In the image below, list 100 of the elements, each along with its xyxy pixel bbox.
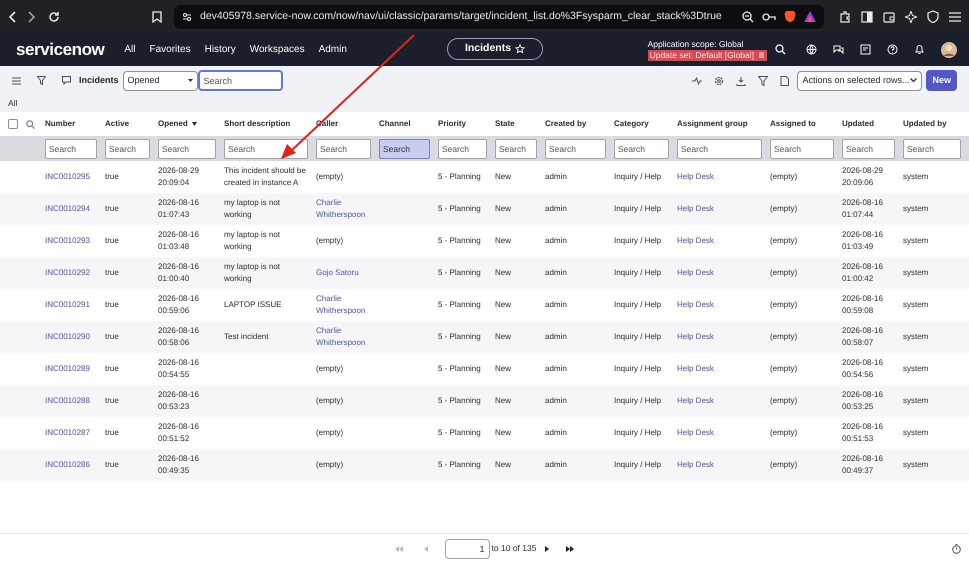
column-header[interactable]: Updated by bbox=[903, 118, 947, 130]
logo[interactable]: servicenow bbox=[16, 36, 104, 62]
triangle-icon[interactable] bbox=[804, 11, 816, 22]
site-settings-icon[interactable] bbox=[182, 12, 192, 22]
back-icon[interactable] bbox=[8, 10, 16, 22]
activity-icon[interactable] bbox=[692, 76, 702, 86]
chat-icon[interactable] bbox=[62, 76, 71, 85]
nav-menu-item[interactable]: Workspaces bbox=[250, 42, 305, 57]
column-header[interactable]: Number bbox=[45, 118, 76, 130]
column-search-field[interactable]: Search bbox=[677, 138, 762, 158]
column-header[interactable]: Assigned to bbox=[770, 118, 816, 130]
search-icon[interactable] bbox=[775, 44, 786, 55]
update-set-badge[interactable]: Update set: Default [Global] bbox=[648, 50, 767, 60]
reload-icon[interactable] bbox=[48, 10, 60, 22]
context-pill[interactable]: Incidents bbox=[447, 38, 543, 60]
window-icon[interactable] bbox=[860, 44, 871, 55]
table-link[interactable]: Help Desk bbox=[677, 299, 763, 311]
column-header[interactable]: Updated bbox=[842, 118, 874, 130]
timer-icon[interactable] bbox=[952, 544, 961, 554]
column-search-field[interactable]: Search bbox=[105, 138, 150, 158]
extensions-icon[interactable] bbox=[839, 10, 851, 22]
table-link[interactable]: Help Desk bbox=[677, 363, 763, 375]
table-link[interactable]: Charlie Whitherspoon bbox=[316, 325, 372, 349]
forward-icon[interactable] bbox=[28, 10, 36, 22]
table-link[interactable]: INC0010287 bbox=[45, 427, 98, 439]
wallet-icon[interactable] bbox=[883, 10, 895, 22]
table-link[interactable]: Charlie Whitherspoon bbox=[316, 197, 372, 221]
column-search-field[interactable]: Search bbox=[903, 138, 961, 158]
page-field[interactable]: 1 bbox=[444, 538, 490, 558]
key-icon[interactable] bbox=[762, 12, 776, 22]
column-search-field[interactable]: Search bbox=[379, 138, 430, 158]
nav-menu-item[interactable]: Admin bbox=[318, 42, 347, 57]
table-link[interactable]: Help Desk bbox=[677, 203, 763, 215]
lion-shield-icon[interactable] bbox=[784, 10, 796, 23]
column-search-field[interactable]: Search bbox=[545, 138, 606, 158]
settings-icon[interactable] bbox=[714, 76, 724, 86]
table-link[interactable]: INC0010289 bbox=[45, 363, 98, 375]
table-link[interactable]: Charlie Whitherspoon bbox=[316, 293, 372, 317]
column-search-field[interactable]: Search bbox=[495, 138, 537, 158]
sparkle-icon[interactable] bbox=[905, 10, 917, 22]
table-link[interactable]: INC0010292 bbox=[45, 267, 98, 279]
bookmark-icon[interactable] bbox=[152, 10, 162, 22]
sidebar-icon[interactable] bbox=[861, 10, 873, 22]
table-link[interactable]: INC0010295 bbox=[45, 171, 98, 183]
globe-icon[interactable] bbox=[806, 44, 817, 55]
column-header[interactable]: Opened bbox=[158, 118, 188, 130]
nav-menu-item[interactable]: Favorites bbox=[149, 42, 191, 57]
filter-icon[interactable] bbox=[758, 76, 768, 86]
search-field[interactable]: Search bbox=[198, 70, 283, 91]
next-page-icon[interactable] bbox=[545, 546, 550, 552]
actions-select[interactable]: Actions on selected rows... bbox=[797, 70, 922, 90]
select-all-checkbox[interactable] bbox=[8, 119, 18, 129]
column-search-field[interactable]: Search bbox=[614, 138, 669, 158]
help-icon[interactable] bbox=[887, 44, 898, 55]
column-search-field[interactable]: Search bbox=[842, 138, 895, 158]
table-link[interactable]: INC0010294 bbox=[45, 203, 98, 215]
filter-icon[interactable] bbox=[37, 76, 46, 85]
nav-menu-item[interactable]: All bbox=[124, 42, 136, 57]
table-link[interactable]: INC0010286 bbox=[45, 459, 98, 471]
column-header[interactable]: Assignment group bbox=[677, 118, 748, 130]
sort-descending-icon[interactable] bbox=[192, 122, 197, 126]
column-search-field[interactable]: Search bbox=[224, 138, 308, 158]
column-header[interactable]: State bbox=[495, 118, 515, 130]
column-header[interactable]: Created by bbox=[545, 118, 586, 130]
table-link[interactable]: INC0010288 bbox=[45, 395, 98, 407]
nav-menu-item[interactable]: History bbox=[204, 42, 236, 57]
document-icon[interactable] bbox=[780, 76, 790, 86]
table-link[interactable]: Help Desk bbox=[677, 331, 763, 343]
table-link[interactable]: Help Desk bbox=[677, 395, 763, 407]
shield-icon[interactable] bbox=[927, 10, 939, 23]
last-page-icon[interactable] bbox=[566, 546, 574, 552]
column-header[interactable]: Short description bbox=[224, 118, 290, 130]
table-link[interactable]: INC0010291 bbox=[45, 299, 98, 311]
column-header[interactable]: Priority bbox=[438, 118, 466, 130]
column-search-field[interactable]: Search bbox=[770, 138, 834, 158]
bell-icon[interactable] bbox=[914, 44, 925, 55]
column-header[interactable]: Active bbox=[105, 118, 130, 130]
table-link[interactable]: Help Desk bbox=[677, 267, 763, 279]
table-link[interactable]: INC0010290 bbox=[45, 331, 98, 343]
table-link[interactable]: Help Desk bbox=[677, 427, 763, 439]
download-icon[interactable] bbox=[736, 76, 746, 86]
column-header[interactable]: Category bbox=[614, 118, 649, 130]
column-header[interactable]: Channel bbox=[379, 118, 411, 130]
table-link[interactable]: INC0010293 bbox=[45, 235, 98, 247]
table-link[interactable]: Gojo Satoru bbox=[316, 267, 372, 279]
column-search-field[interactable]: Search bbox=[438, 138, 487, 158]
zoom-icon[interactable] bbox=[742, 10, 754, 22]
star-icon[interactable] bbox=[515, 44, 526, 54]
breadcrumb[interactable]: All bbox=[8, 97, 18, 110]
column-search-field[interactable]: Search bbox=[45, 138, 97, 158]
avatar[interactable] bbox=[941, 42, 957, 58]
column-search-field[interactable]: Search bbox=[158, 138, 216, 158]
filter-select[interactable]: Opened bbox=[122, 70, 198, 90]
new-button[interactable]: New bbox=[926, 70, 957, 91]
table-link[interactable]: Help Desk bbox=[677, 459, 763, 471]
table-link[interactable]: Help Desk bbox=[677, 235, 763, 247]
column-search-field[interactable]: Search bbox=[316, 138, 371, 158]
address-bar[interactable]: dev405978.service-now.com/now/nav/ui/classic/params/target/incident_list.do%3Fsysparm_clear_stack%3Dtrue bbox=[174, 4, 824, 28]
menu-icon[interactable] bbox=[12, 76, 21, 84]
table-link[interactable]: Help Desk bbox=[677, 171, 763, 183]
